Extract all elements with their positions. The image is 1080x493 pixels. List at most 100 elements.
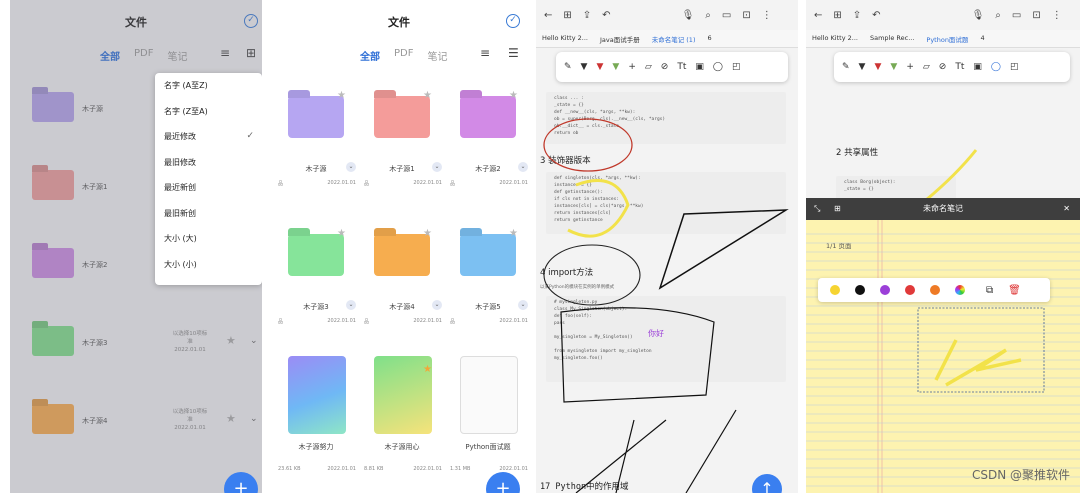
folder-meta-left: 品 (450, 181, 456, 187)
ruled-lines (806, 220, 1080, 493)
star-icon[interactable]: ★ (423, 364, 432, 375)
folder-meta-line: 准 (187, 417, 193, 423)
folder-icon (460, 90, 516, 138)
folder-card[interactable]: ★ 木子源5 ⌄ 品 2022.01.01 (450, 228, 528, 374)
select-check-icon[interactable]: ✓ (244, 14, 258, 28)
folder-meta-left: 品 (364, 319, 370, 325)
grid-view-icon[interactable]: ⊞ (246, 46, 256, 60)
floating-notepad[interactable]: ⤡ ⊞ 未命名笔记 ✕ 1/1 页面 ⧉ 🗑 (806, 198, 1080, 493)
black-ink-circle (543, 244, 641, 306)
color-dot-red[interactable] (905, 285, 915, 295)
expand-icon[interactable]: ⤡ (814, 198, 820, 220)
chevron-down-icon[interactable]: ⌄ (346, 162, 356, 172)
folder-icon (374, 228, 430, 276)
notebook-size: 23.61 KB (278, 466, 301, 472)
tab-all[interactable]: 全部 (100, 48, 120, 63)
tab-notes[interactable]: 笔记 (167, 48, 187, 63)
tab-pdf[interactable]: PDF (134, 48, 153, 63)
folder-icon[interactable] (32, 326, 74, 356)
notebook-date: 2022.01.01 (327, 466, 356, 472)
folder-icon[interactable] (32, 404, 74, 434)
menu-item[interactable]: 名字 (A至Z) (155, 73, 262, 99)
menu-item[interactable]: 最旧修改 (155, 150, 262, 176)
menu-item[interactable]: 名字 (Z至A) (155, 99, 262, 125)
close-icon[interactable]: ✕ (1063, 198, 1070, 220)
folder-icon[interactable] (32, 170, 74, 200)
notebook-name: 木子源努力 (298, 443, 334, 451)
folder-icon (460, 228, 516, 276)
menu-item[interactable]: 最近新创 (155, 175, 262, 201)
list-view-icon[interactable]: ☰ (508, 46, 519, 60)
folder-icon (288, 90, 344, 138)
star-icon[interactable]: ★ (337, 90, 346, 101)
folder-card[interactable]: ★ 木子源3 ⌄ 品 2022.01.01 (278, 228, 356, 374)
black-ink-triangle (658, 209, 789, 290)
note-editor-panel: ← ⊞ ⇪ ↶ 🎙 ⌕ ▭ ⊡ ⋮ Hello Kitty 2... Java面… (536, 0, 798, 493)
folder-meta: 品 2022.01.01 (364, 180, 442, 187)
files-grid-panel: 文件 ✓ 全部 PDF 笔记 ≡ ☰ ★ 木子源 ⌄ 品 2022.01.01 ★ 木子源1… (268, 0, 530, 493)
star-icon[interactable]: ★ (423, 90, 432, 101)
delete-icon[interactable]: 🗑 (1008, 285, 1021, 296)
color-dot-yellow[interactable] (830, 285, 840, 295)
folder-date: 2022.01.01 (499, 180, 528, 186)
notepad-title: 未命名笔记 (923, 204, 963, 213)
color-dot-purple[interactable] (880, 285, 890, 295)
folder-meta-left: 品 (278, 319, 284, 325)
notebook-card[interactable]: Python面试题 1.31 MB 2022.01.01 (450, 356, 528, 493)
star-icon[interactable]: ★ (423, 228, 432, 239)
folder-date: 2022.01.01 (499, 318, 528, 324)
folder-card[interactable]: ★ 木子源1 ⌄ 品 2022.01.01 (364, 90, 442, 236)
sort-icon[interactable]: ≡ (480, 46, 490, 60)
notebook-card[interactable]: ★ 木子源用心 8.81 KB 2022.01.01 (364, 356, 442, 493)
select-check-icon[interactable]: ✓ (506, 14, 520, 28)
add-fab-button[interactable]: + (224, 472, 258, 493)
folder-card[interactable]: ★ 木子源 ⌄ 品 2022.01.01 (278, 90, 356, 236)
star-icon[interactable]: ★ (337, 228, 346, 239)
menu-item[interactable]: 大小 (小) (155, 252, 262, 278)
chevron-down-icon[interactable]: ⌄ (250, 336, 258, 346)
color-wheel-icon[interactable] (955, 285, 965, 295)
chevron-down-icon[interactable]: ⌄ (432, 300, 442, 310)
tab-notes[interactable]: 笔记 (427, 48, 447, 63)
tab-pdf[interactable]: PDF (394, 48, 413, 63)
folder-name: 木子源 (305, 165, 327, 173)
menu-item[interactable]: 最近修改 ✓ (155, 124, 262, 150)
grid-icon[interactable]: ⊞ (834, 198, 841, 220)
folder-date: 2022.01.01 (413, 318, 442, 324)
notebook-meta: 23.61 KB 2022.01.01 (278, 466, 356, 472)
chevron-down-icon[interactable]: ⌄ (518, 300, 528, 310)
watermark-text: CSDN @聚推软件 (971, 468, 1070, 482)
folder-card[interactable]: ★ 木子源2 ⌄ 品 2022.01.01 (450, 90, 528, 236)
folder-meta: 品 2022.01.01 (450, 180, 528, 187)
folder-name: 木子源1 (389, 165, 415, 173)
chevron-down-icon[interactable]: ⌄ (518, 162, 528, 172)
yellow-ink-stroke (567, 179, 630, 238)
sort-menu: 名字 (A至Z) 名字 (Z至A) 最近修改 ✓ 最旧修改 最近新创 最旧新创 大… (155, 73, 262, 285)
copy-icon[interactable]: ⧉ (986, 285, 993, 296)
tab-all[interactable]: 全部 (360, 48, 380, 63)
star-icon[interactable]: ★ (226, 412, 236, 425)
folder-card[interactable]: ★ 木子源4 ⌄ 品 2022.01.01 (364, 228, 442, 374)
folder-date: 2022.01.01 (327, 318, 356, 324)
floating-notepad-panel: ← ⊞ ⇪ ↶ 🎙 ⌕ ▭ ⊡ ⋮ Hello Kitty 2... Sampl… (806, 0, 1080, 493)
star-icon[interactable]: ★ (509, 228, 518, 239)
sort-icon[interactable]: ≡ (220, 46, 230, 60)
folder-meta-left: 品 (278, 181, 284, 187)
folder-meta-line: 以选择10项标 (172, 331, 208, 337)
chevron-down-icon[interactable]: ⌄ (250, 414, 258, 424)
folder-meta: 以选择10项标准 2022.01.01 (170, 330, 210, 354)
folder-icon[interactable] (32, 92, 74, 122)
color-dot-black[interactable] (855, 285, 865, 295)
menu-item[interactable]: 最旧新创 (155, 201, 262, 227)
folder-icon (288, 228, 344, 276)
menu-item[interactable]: 大小 (大) (155, 226, 262, 252)
notebook-card[interactable]: 木子源努力 23.61 KB 2022.01.01 (278, 356, 356, 493)
star-icon[interactable]: ★ (509, 90, 518, 101)
chevron-down-icon[interactable]: ⌄ (346, 300, 356, 310)
color-dot-orange[interactable] (930, 285, 940, 295)
chevron-down-icon[interactable]: ⌄ (432, 162, 442, 172)
folder-name: 木子源3 (82, 339, 108, 347)
star-icon[interactable]: ★ (226, 334, 236, 347)
folder-meta-line: 2022.01.01 (174, 347, 206, 353)
folder-icon[interactable] (32, 248, 74, 278)
